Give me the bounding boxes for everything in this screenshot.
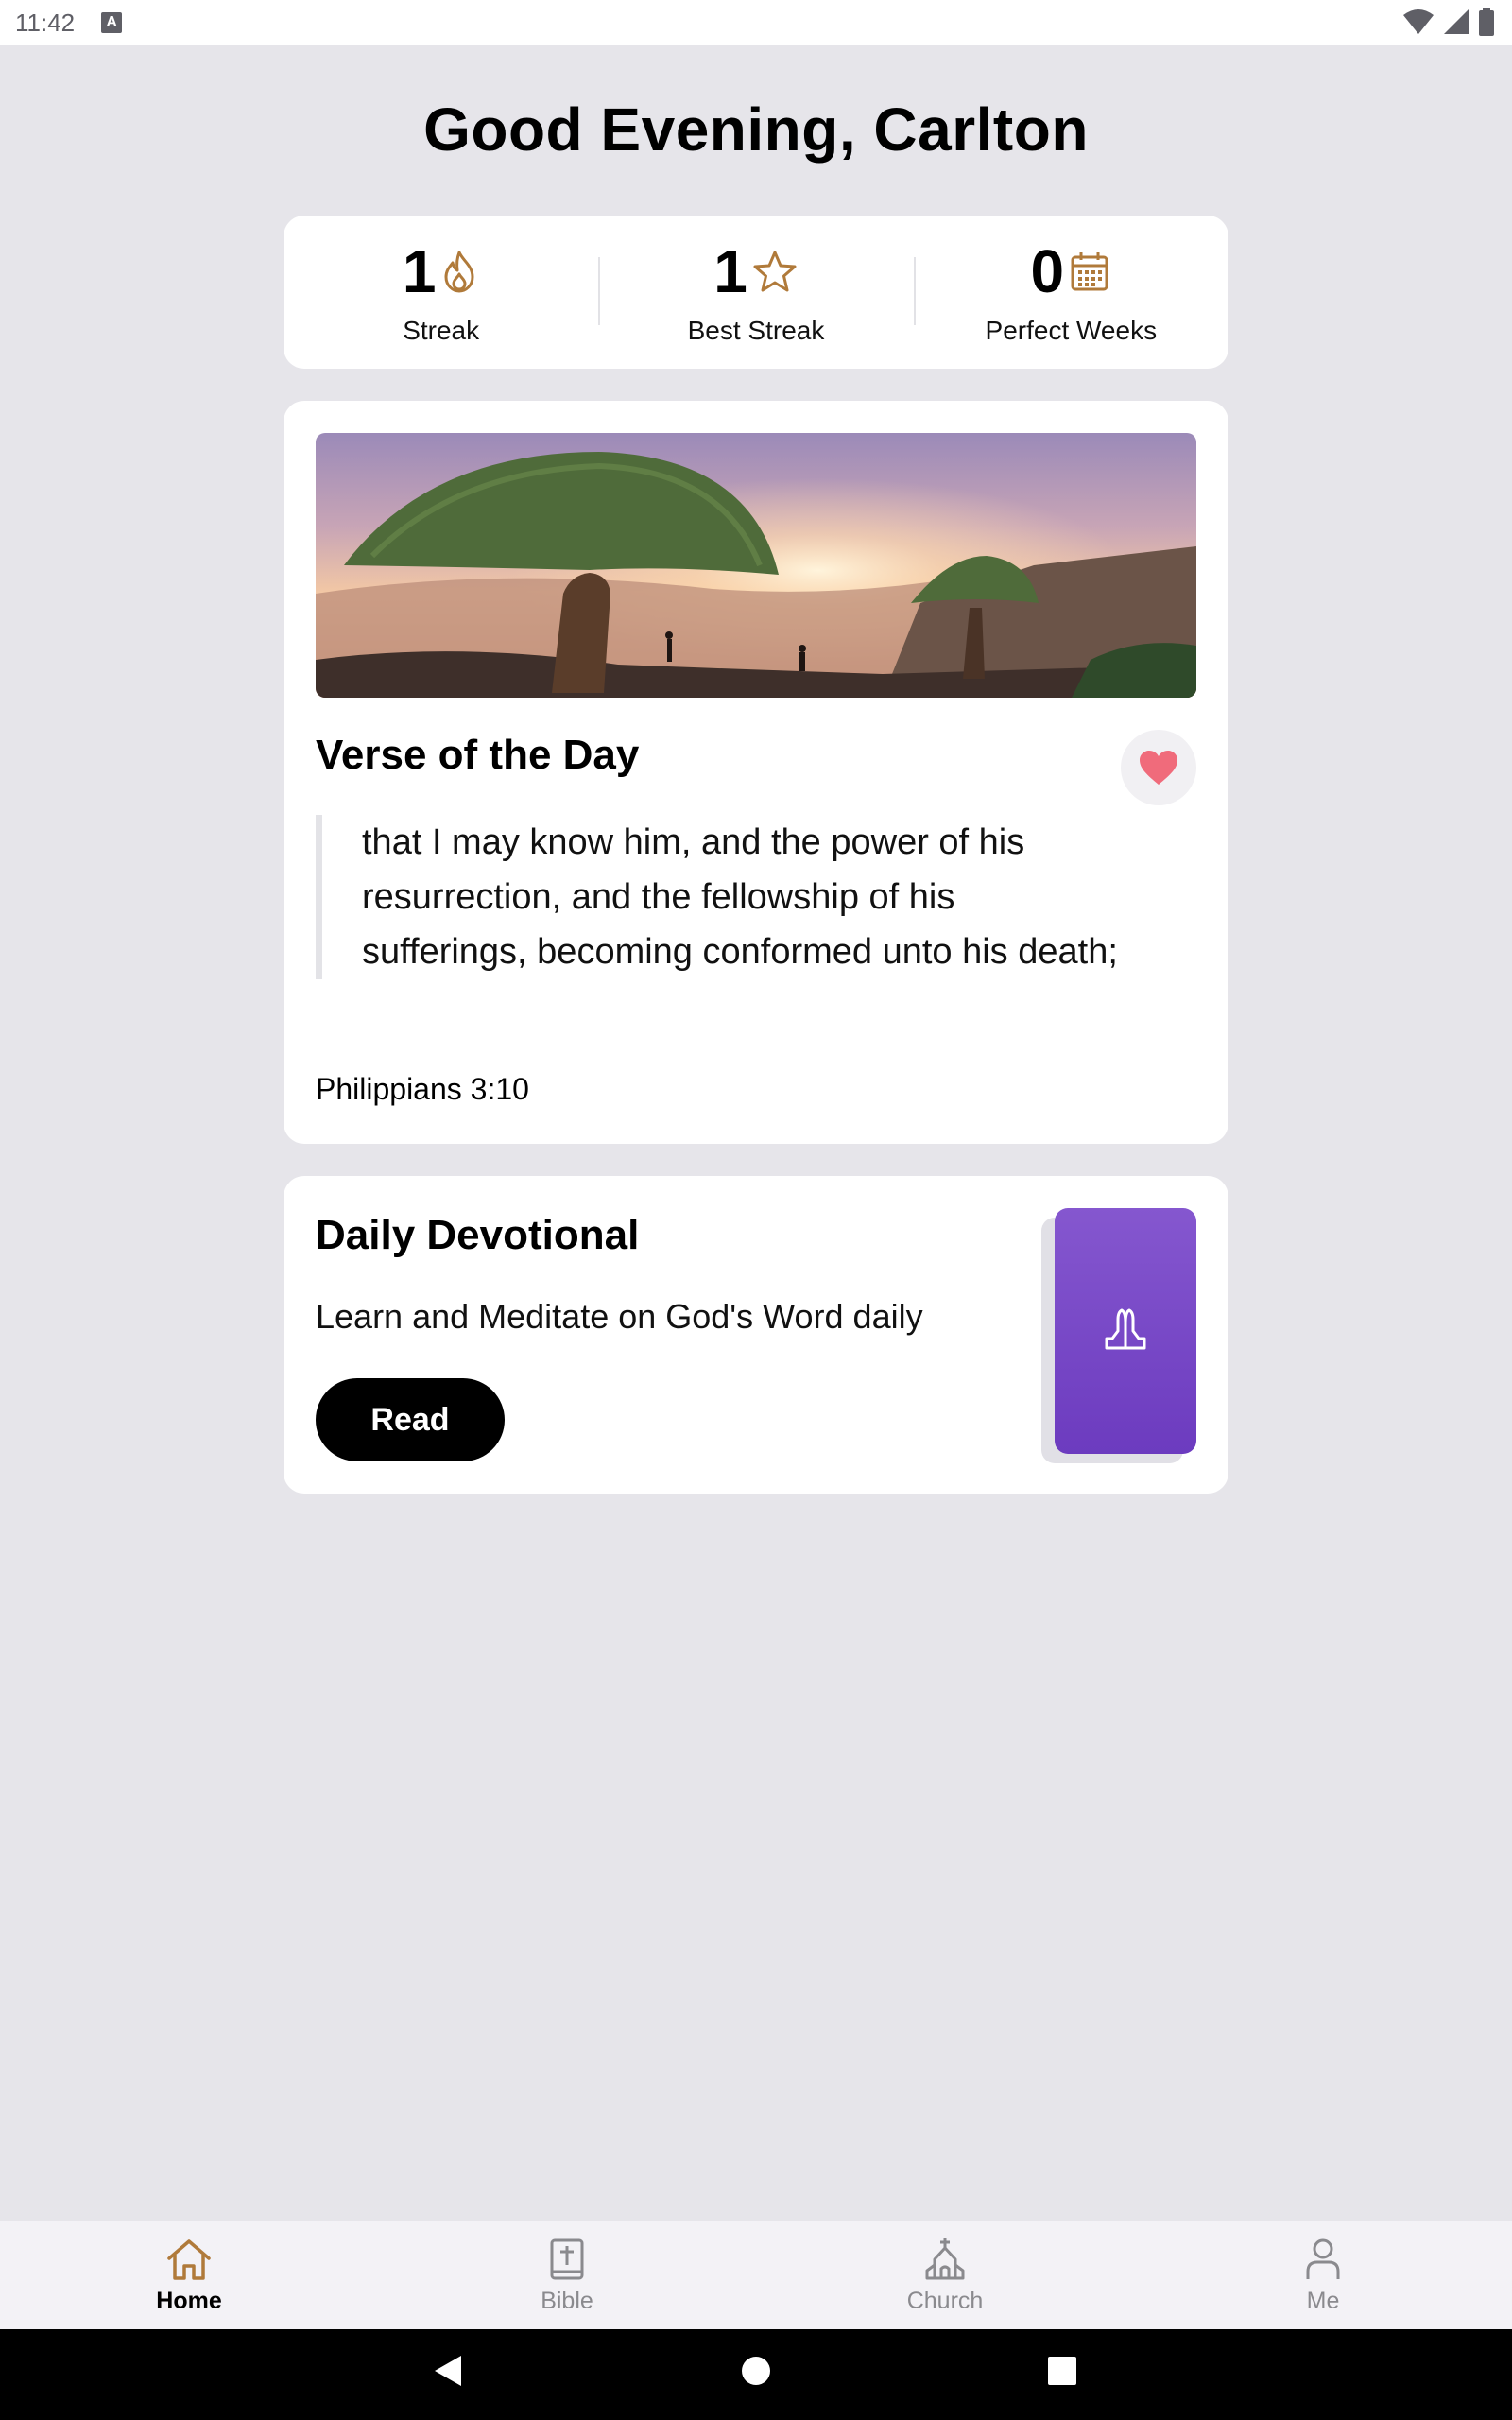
stat-label: Best Streak <box>687 316 825 345</box>
read-button[interactable]: Read <box>316 1378 505 1461</box>
wifi-icon <box>1403 9 1434 34</box>
stat-label: Perfect Weeks <box>985 316 1158 345</box>
home-icon <box>167 2239 211 2280</box>
status-time: 11:42 <box>15 8 76 37</box>
stat-best-streak[interactable]: 1 Best Streak <box>598 238 913 346</box>
stat-value: 1 <box>713 237 747 305</box>
flame-icon <box>444 251 474 293</box>
system-nav-bar <box>0 2329 1512 2420</box>
status-bar: 11:42 A <box>0 0 1512 45</box>
verse-reference[interactable]: Philippians 3:10 <box>316 1072 529 1107</box>
devotional-book-cover[interactable] <box>1055 1208 1196 1454</box>
signal-icon <box>1444 9 1469 34</box>
stat-value: 0 <box>1030 237 1065 305</box>
stat-streak[interactable]: 1 Streak <box>284 238 598 346</box>
verse-title: Verse of the Day <box>316 732 640 778</box>
bible-icon <box>550 2238 584 2280</box>
nav-label: Bible <box>541 2288 593 2314</box>
greeting-title: Good Evening, Carlton <box>423 95 1089 164</box>
nav-label: Home <box>156 2288 222 2314</box>
calendar-icon <box>1071 252 1108 291</box>
verse-card: Verse of the Day that I may know him, an… <box>284 401 1228 1144</box>
devotional-card[interactable]: Daily Devotional Learn and Meditate on G… <box>284 1176 1228 1494</box>
stat-label: Streak <box>403 316 480 345</box>
home-circle-icon[interactable] <box>741 2354 771 2388</box>
text-input-icon: A <box>101 12 123 33</box>
stat-value: 1 <box>402 237 437 305</box>
nav-item-me[interactable]: Me <box>1134 2221 1512 2329</box>
verse-image <box>316 433 1196 698</box>
verse-text: that I may know him, and the power of hi… <box>316 815 1128 979</box>
battery-icon <box>1479 8 1494 36</box>
status-icons <box>1402 8 1495 36</box>
stats-card: 1 Streak 1 Best Streak 0 Perfect Weeks <box>284 216 1228 369</box>
devotional-subtitle: Learn and Meditate on God's Word daily <box>316 1297 923 1336</box>
devotional-title: Daily Devotional <box>316 1212 640 1258</box>
person-icon <box>1306 2238 1340 2279</box>
stat-perfect-weeks[interactable]: 0 Perfect Weeks <box>913 237 1228 346</box>
heart-icon <box>1140 751 1177 785</box>
nav-item-home[interactable]: Home <box>0 2221 378 2329</box>
nav-item-bible[interactable]: Bible <box>378 2221 756 2329</box>
recents-icon[interactable] <box>1047 2354 1077 2388</box>
nav-item-church[interactable]: Church <box>756 2221 1134 2329</box>
bottom-nav: Home Bible Church Me <box>0 2221 1512 2329</box>
praying-hands-icon <box>1105 1308 1146 1350</box>
star-icon <box>753 251 797 292</box>
nav-label: Church <box>906 2288 984 2314</box>
back-icon[interactable] <box>433 2354 463 2388</box>
favorite-button[interactable] <box>1121 730 1196 805</box>
church-icon <box>925 2238 965 2280</box>
nav-label: Me <box>1306 2288 1340 2314</box>
